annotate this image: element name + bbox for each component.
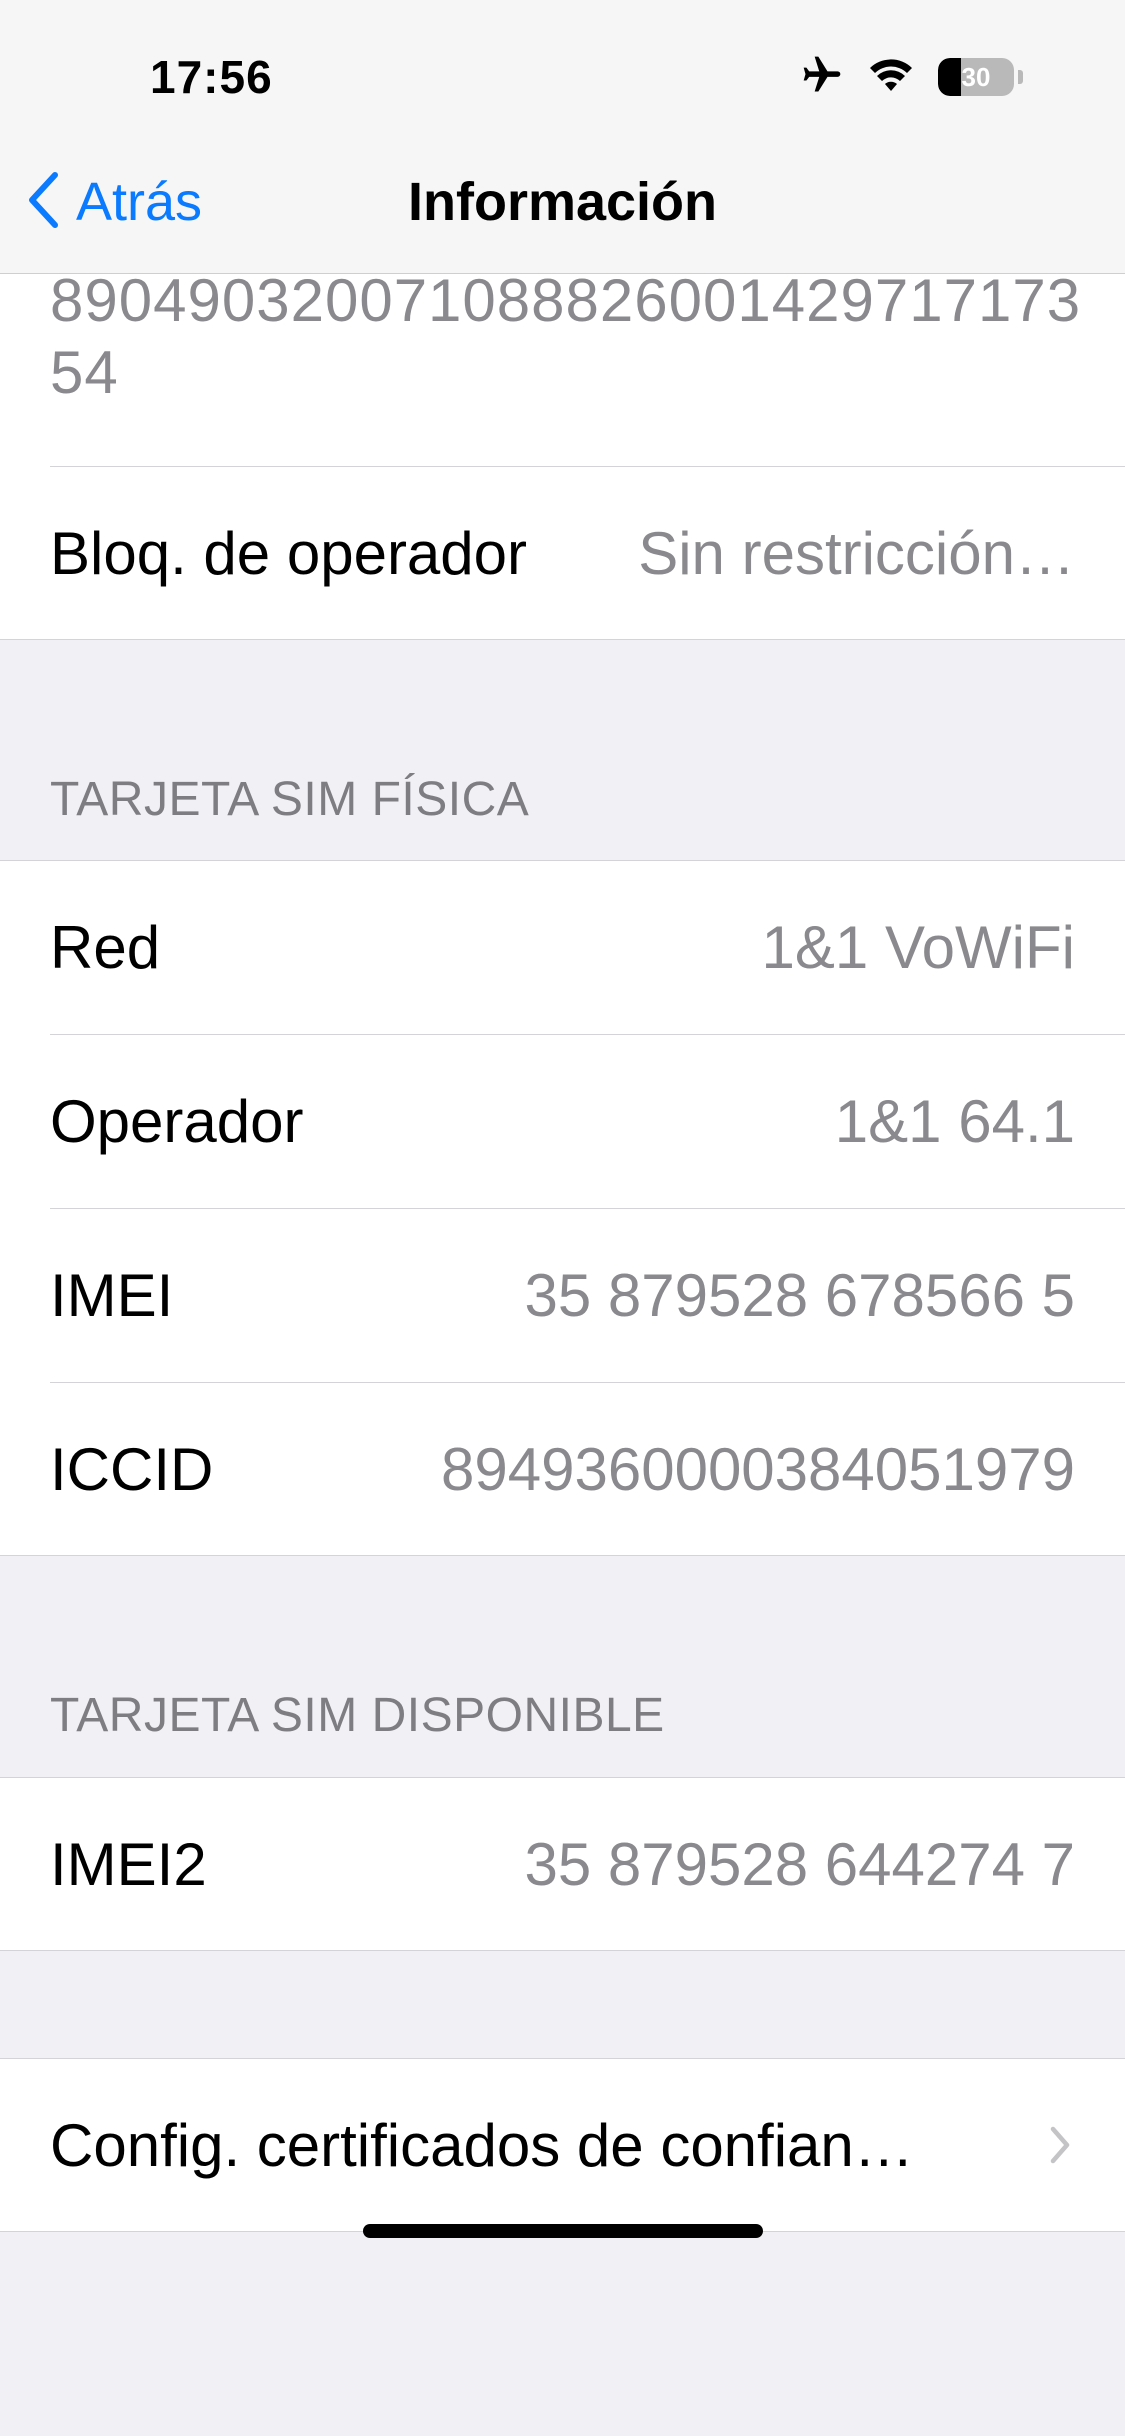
nav-bar: Atrás Información <box>0 150 1125 274</box>
page-title: Información <box>407 172 718 232</box>
physical-sim-section: Red 1&1 VoWiFi Operador 1&1 64.1 IMEI 35… <box>0 860 1125 1556</box>
row-separator <box>50 466 1125 467</box>
carrier-lock-value: Sin restricción… <box>638 519 1075 587</box>
status-icons: 30 <box>800 54 1023 100</box>
section-bottom-edge <box>0 1555 1125 1556</box>
status-time: 17:56 <box>150 51 273 103</box>
airplane-icon <box>800 53 844 102</box>
list-item: Operador 1&1 64.1 <box>0 1034 1125 1208</box>
list-item: Red 1&1 VoWiFi <box>0 860 1125 1034</box>
certificate-trust-settings-label: Config. certificados de confian… <box>50 2111 914 2179</box>
certificate-trust-settings-row[interactable]: Config. certificados de confian… <box>0 2058 1125 2232</box>
status-bar: 17:56 30 <box>0 0 1125 150</box>
row-label: Red <box>50 913 161 981</box>
list-item: IMEI 35 879528 678566 5 <box>0 1208 1125 1382</box>
row-label: IMEI2 <box>50 1830 207 1898</box>
row-label: Operador <box>50 1087 304 1155</box>
screen: 17:56 30 Atrás Información 8904903200710… <box>0 0 1125 2436</box>
row-value: 35 879528 644274 7 <box>524 1830 1075 1898</box>
wifi-icon <box>868 57 914 98</box>
row-separator <box>50 1382 1125 1383</box>
row-separator <box>50 1208 1125 1209</box>
chevron-right-icon <box>1045 2122 1075 2168</box>
battery-icon: 30 <box>938 58 1014 96</box>
certificates-section: Config. certificados de confian… <box>0 2058 1125 2232</box>
list-item: ICCID 8949360000384051979 <box>0 1382 1125 1556</box>
row-value: 35 879528 678566 5 <box>524 1261 1075 1329</box>
partial-value: 8904903200710888260014297​1717354 <box>50 267 1082 406</box>
section-bottom-edge <box>0 1950 1125 1951</box>
row-value: 8949360000384051979 <box>440 1435 1075 1503</box>
battery-cap <box>1018 70 1023 84</box>
row-label: IMEI <box>50 1261 174 1329</box>
row-value: 1&1 64.1 <box>834 1087 1075 1155</box>
row-label: ICCID <box>50 1435 214 1503</box>
row-separator <box>50 1034 1125 1035</box>
row-value: 1&1 VoWiFi <box>761 913 1075 981</box>
available-sim-section: IMEI2 35 879528 644274 7 <box>0 1777 1125 1951</box>
carrier-lock-label: Bloq. de operador <box>50 519 528 587</box>
home-indicator[interactable] <box>363 2224 763 2238</box>
section-header-physical-sim: TARJETA SIM FÍSICA <box>50 773 530 826</box>
battery-level: 30 <box>961 62 991 92</box>
list-item: IMEI2 35 879528 644274 7 <box>0 1777 1125 1951</box>
section-header-available-sim: TARJETA SIM DISPONIBLE <box>50 1689 665 1742</box>
carrier-lock-row: Bloq. de operador Sin restricción… <box>0 466 1125 640</box>
carrier-lock-section: Bloq. de operador Sin restricción… <box>0 466 1125 640</box>
